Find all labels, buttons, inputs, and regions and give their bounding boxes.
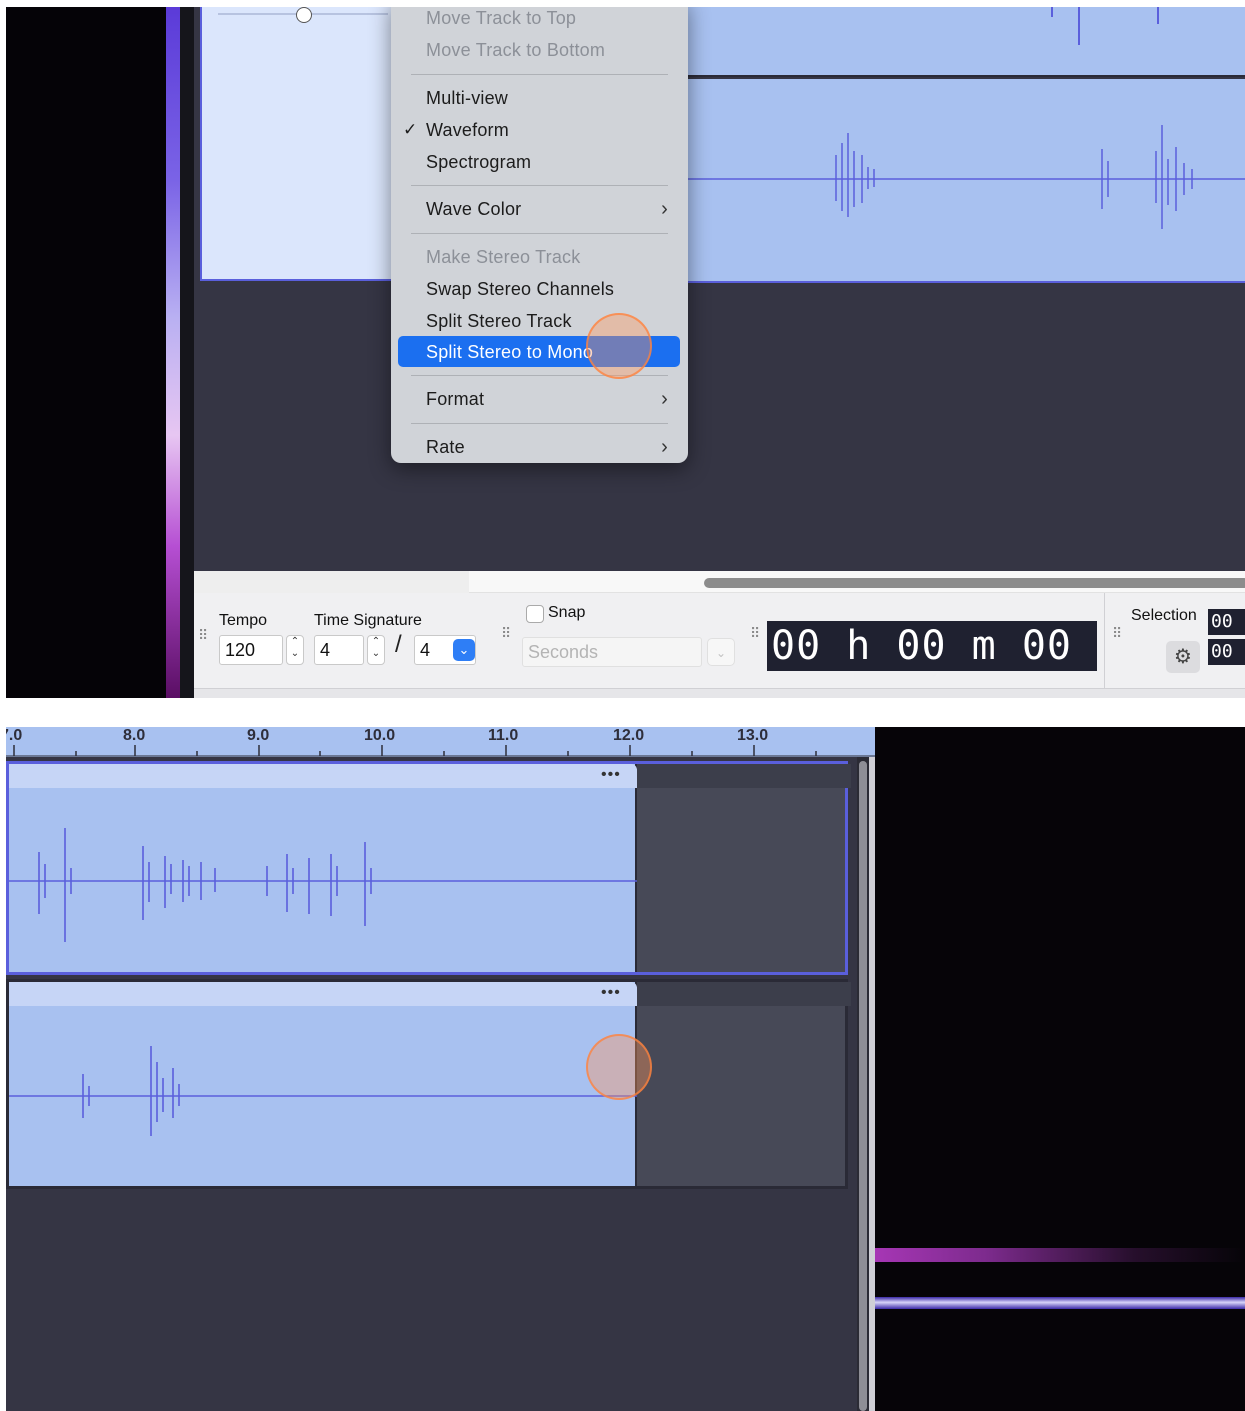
mono-track-1[interactable]: ••• bbox=[6, 761, 851, 975]
time-display[interactable]: 00 h 00 m 00 s bbox=[767, 621, 1097, 671]
menu-separator bbox=[411, 233, 668, 234]
snap-unit-select[interactable]: Seconds bbox=[522, 637, 702, 667]
snap-checkbox[interactable] bbox=[526, 605, 544, 623]
click-cursor-indicator bbox=[586, 1034, 652, 1100]
time-signature-label: Time Signature bbox=[314, 612, 422, 629]
snap-label: Snap bbox=[548, 604, 586, 621]
ruler-label: 10.0 bbox=[364, 727, 396, 744]
ruler-label: 13.0 bbox=[737, 727, 769, 744]
chevron-right-icon: › bbox=[661, 436, 668, 458]
gear-icon[interactable]: ⚙ bbox=[1166, 641, 1200, 673]
desktop-glow-line bbox=[875, 1248, 1245, 1262]
ruler-label: 12.0 bbox=[613, 727, 645, 744]
waveform-track-2 bbox=[9, 1046, 637, 1136]
stepper-icon[interactable]: ⌃ ⌄ bbox=[286, 635, 304, 665]
clip-empty-header bbox=[637, 764, 851, 788]
selection-label: Selection bbox=[1131, 607, 1197, 624]
scrollbar-track-dim bbox=[194, 571, 469, 593]
chevron-right-icon: › bbox=[661, 198, 668, 220]
stepper-icon[interactable]: ⌃ ⌄ bbox=[367, 635, 385, 665]
vertical-scrollbar-thumb[interactable] bbox=[859, 761, 867, 1411]
menu-separator bbox=[411, 185, 668, 186]
menu-item-swap-stereo-channels[interactable]: Swap Stereo Channels bbox=[426, 274, 614, 304]
grip-icon[interactable]: ⠿ bbox=[750, 626, 762, 640]
chevron-right-icon: › bbox=[661, 388, 668, 410]
menu-item-split-stereo-track[interactable]: Split Stereo Track bbox=[426, 306, 572, 336]
menu-item-spectrogram[interactable]: Spectrogram bbox=[426, 147, 531, 177]
horizontal-scrollbar[interactable] bbox=[194, 571, 1245, 593]
tempo-input[interactable]: 120 bbox=[219, 635, 283, 665]
audacity-top-screenshot: Move Track to Top Move Track to Bottom M… bbox=[6, 7, 1245, 698]
toolbar-divider bbox=[1104, 593, 1105, 688]
audio-clip[interactable]: ••• bbox=[9, 764, 637, 972]
tempo-label: Tempo bbox=[219, 612, 268, 629]
track-context-menu: Move Track to Top Move Track to Bottom M… bbox=[391, 7, 688, 463]
horizontal-scrollbar-thumb[interactable] bbox=[704, 578, 1245, 588]
gain-slider-knob[interactable] bbox=[296, 7, 312, 23]
mono-track-2[interactable]: ••• bbox=[6, 979, 851, 1189]
waveform-track-1 bbox=[9, 828, 637, 942]
audio-clip[interactable]: ••• bbox=[9, 982, 637, 1186]
ruler-label: 11.0 bbox=[488, 727, 519, 744]
clip-empty-header bbox=[637, 982, 851, 1006]
menu-separator bbox=[411, 74, 668, 75]
menu-item-make-stereo-track[interactable]: Make Stereo Track bbox=[426, 242, 580, 272]
time-signature-separator: / bbox=[395, 631, 402, 658]
menu-item-move-track-to-bottom[interactable]: Move Track to Bottom bbox=[426, 35, 605, 65]
track-sidebar bbox=[180, 7, 194, 698]
menu-item-rate[interactable]: Rate bbox=[426, 432, 465, 462]
bottom-toolbar: ⠿ Tempo 120 ⌃ ⌄ Time Signature 4 ⌃ ⌄ / 4 ⌄… bbox=[194, 571, 1245, 698]
ruler-label: 7.0 bbox=[6, 727, 23, 744]
grip-icon[interactable]: ⠿ bbox=[501, 626, 513, 640]
menu-item-move-track-to-top[interactable]: Move Track to Top bbox=[426, 7, 576, 33]
audacity-bottom-screenshot: 7.0 8.0 9.0 10.0 11.0 12.0 13.0 ••• bbox=[6, 727, 1245, 1411]
menu-separator bbox=[411, 423, 668, 424]
grip-icon[interactable]: ⠿ bbox=[1112, 626, 1124, 640]
time-signature-top-input[interactable]: 4 bbox=[314, 635, 364, 665]
chevron-down-icon[interactable]: ⌄ bbox=[707, 638, 735, 666]
time-toolbar: ⠿ Tempo 120 ⌃ ⌄ Time Signature 4 ⌃ ⌄ / 4 ⌄… bbox=[194, 593, 1245, 688]
menu-item-wave-color[interactable]: Wave Color bbox=[426, 194, 521, 224]
selection-end-display[interactable]: 00 bbox=[1208, 639, 1245, 665]
menu-item-waveform[interactable]: Waveform bbox=[426, 115, 509, 145]
toolbar-status-strip bbox=[194, 688, 1245, 698]
window-edge-gradient bbox=[166, 7, 180, 698]
menu-item-multi-view[interactable]: Multi-view bbox=[426, 83, 508, 113]
menu-item-split-stereo-to-mono[interactable]: Split Stereo to Mono bbox=[426, 337, 593, 367]
menu-item-format[interactable]: Format bbox=[426, 384, 484, 414]
track-control-panel[interactable] bbox=[200, 7, 396, 281]
click-cursor-indicator bbox=[586, 313, 652, 379]
timeline-ruler[interactable]: 7.0 8.0 9.0 10.0 11.0 12.0 13.0 bbox=[6, 727, 875, 757]
vertical-scrollbar[interactable] bbox=[857, 757, 869, 1411]
check-icon: ✓ bbox=[403, 120, 418, 139]
selection-start-display[interactable]: 00 bbox=[1208, 609, 1245, 635]
desktop-window-edge-line bbox=[875, 1297, 1245, 1309]
ruler-label: 9.0 bbox=[247, 727, 270, 744]
chevron-down-icon[interactable]: ⌄ bbox=[453, 639, 475, 661]
ruler-label: 8.0 bbox=[123, 727, 146, 744]
desktop-background-left bbox=[6, 7, 166, 698]
grip-icon[interactable]: ⠿ bbox=[198, 628, 210, 642]
